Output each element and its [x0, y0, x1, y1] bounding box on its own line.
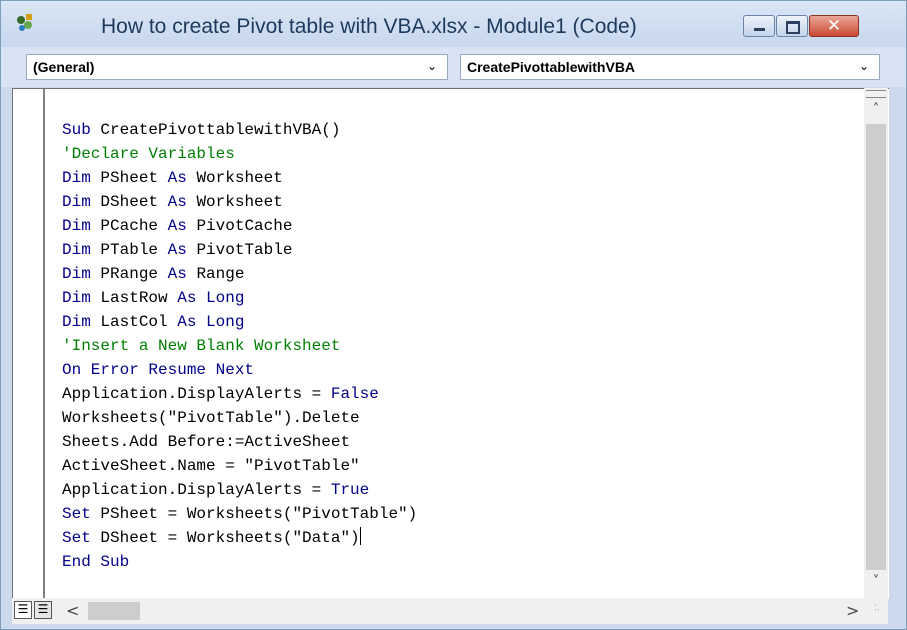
code-keyword: As [167, 169, 197, 187]
code-keyword: Set [62, 505, 101, 523]
code-text[interactable]: Sub CreatePivottablewithVBA() 'Declare Va… [62, 118, 417, 574]
scroll-down-icon[interactable]: ˅ [864, 574, 888, 594]
window-title: How to create Pivot table with VBA.xlsx … [101, 15, 637, 38]
code-keyword: As [167, 217, 197, 235]
code-line[interactable]: 'Declare Variables [62, 142, 417, 166]
code-line[interactable]: Dim DSheet As Worksheet [62, 190, 417, 214]
code-keyword: Sub [62, 121, 101, 139]
close-button[interactable]: ✕ [809, 15, 859, 37]
code-text-token: Worksheet [196, 169, 283, 187]
vertical-scroll-thumb[interactable] [866, 124, 886, 570]
resize-grip-icon[interactable]: ⋅ ⋅⋅ [874, 602, 886, 618]
code-line[interactable]: Application.DisplayAlerts = True [62, 478, 417, 502]
code-line[interactable]: Dim PRange As Range [62, 262, 417, 286]
code-line[interactable]: Sheets.Add Before:=ActiveSheet [62, 430, 417, 454]
chevron-down-icon[interactable]: ⌄ [427, 59, 441, 75]
maximize-icon [786, 21, 800, 34]
code-line[interactable]: 'Insert a New Blank Worksheet [62, 334, 417, 358]
code-text-token: PSheet [100, 169, 168, 187]
minimize-button[interactable] [743, 15, 775, 37]
code-keyword: Dim [62, 169, 101, 187]
code-keyword: As Long [177, 313, 245, 331]
code-text-token: CreatePivottablewithVBA() [100, 121, 341, 139]
code-text-token: LastCol [100, 313, 178, 331]
code-text-token: Application.DisplayAlerts = [62, 385, 331, 403]
code-keyword: As Long [177, 289, 245, 307]
code-keyword: As [167, 265, 197, 283]
code-text-token: PTable [100, 241, 168, 259]
code-text-token: LastRow [100, 289, 178, 307]
code-keyword: Dim [62, 217, 101, 235]
code-text-token: ActiveSheet.Name = "PivotTable" [62, 457, 360, 475]
code-comment: 'Insert a New Blank Worksheet [62, 337, 341, 355]
code-keyword: False [330, 385, 379, 403]
object-dropdown[interactable]: (General) ⌄ [26, 54, 448, 80]
code-line[interactable]: Sub CreatePivottablewithVBA() [62, 118, 417, 142]
code-line[interactable]: Dim PTable As PivotTable [62, 238, 417, 262]
code-keyword: Dim [62, 289, 101, 307]
text-cursor [359, 527, 361, 545]
scroll-left-icon[interactable]: < [66, 601, 79, 620]
procedure-view-button[interactable]: ☰ [14, 601, 32, 619]
code-text-token: Application.DisplayAlerts = [62, 481, 331, 499]
close-icon: ✕ [826, 16, 842, 36]
code-text-token: PivotTable [196, 241, 293, 259]
code-keyword: End Sub [62, 553, 130, 571]
code-line[interactable]: End Sub [62, 550, 417, 574]
code-text-token: DSheet [100, 193, 168, 211]
code-keyword: Dim [62, 193, 101, 211]
code-text-token: DSheet = Worksheets("Data") [100, 529, 360, 547]
code-text-token: PCache [100, 217, 168, 235]
code-keyword: As [167, 193, 197, 211]
code-text-token: Worksheet [196, 193, 283, 211]
code-line[interactable]: Worksheets("PivotTable").Delete [62, 406, 417, 430]
code-keyword: True [330, 481, 370, 499]
code-line[interactable]: Dim PSheet As Worksheet [62, 166, 417, 190]
minimize-icon [754, 28, 765, 31]
margin-indicator-bar[interactable] [13, 89, 45, 599]
vertical-scrollbar[interactable]: ˄ ˅ [864, 88, 888, 598]
bottom-bar: ☰ ☰ < > ⋅ ⋅⋅ [12, 598, 888, 624]
combo-bar: (General) ⌄ CreatePivottablewithVBA ⌄ [1, 47, 906, 87]
code-line[interactable]: Set PSheet = Worksheets("PivotTable") [62, 502, 417, 526]
object-dropdown-value: (General) [33, 59, 95, 75]
code-text-token: Sheets.Add Before:=ActiveSheet [62, 433, 351, 451]
horizontal-scroll-thumb[interactable] [88, 602, 140, 620]
scroll-up-icon[interactable]: ˄ [864, 102, 888, 122]
code-text-token: Worksheets("PivotTable").Delete [62, 409, 360, 427]
scroll-right-icon[interactable]: > [846, 601, 859, 620]
code-text-token: Range [196, 265, 245, 283]
code-editor[interactable]: Sub CreatePivottablewithVBA() 'Declare Va… [12, 88, 889, 599]
code-keyword: On Error Resume Next [62, 361, 255, 379]
code-line[interactable]: Application.DisplayAlerts = False [62, 382, 417, 406]
code-line[interactable]: Set DSheet = Worksheets("Data") [62, 526, 417, 550]
code-text-token: PivotCache [196, 217, 293, 235]
code-line[interactable]: Dim PCache As PivotCache [62, 214, 417, 238]
split-bar[interactable] [866, 90, 886, 98]
code-comment: 'Declare Variables [62, 145, 235, 163]
code-text-token: PRange [100, 265, 168, 283]
code-line[interactable]: On Error Resume Next [62, 358, 417, 382]
maximize-button[interactable] [776, 15, 808, 37]
code-line[interactable]: ActiveSheet.Name = "PivotTable" [62, 454, 417, 478]
vba-code-window-icon [17, 14, 32, 31]
procedure-dropdown[interactable]: CreatePivottablewithVBA ⌄ [460, 54, 880, 80]
code-keyword: Dim [62, 265, 101, 283]
code-keyword: Dim [62, 313, 101, 331]
full-module-view-button[interactable]: ☰ [34, 601, 52, 619]
code-keyword: As [167, 241, 197, 259]
chevron-down-icon[interactable]: ⌄ [859, 59, 873, 75]
code-keyword: Dim [62, 241, 101, 259]
code-line[interactable]: Dim LastCol As Long [62, 310, 417, 334]
code-keyword: Set [62, 529, 101, 547]
title-bar[interactable]: How to create Pivot table with VBA.xlsx … [1, 1, 906, 47]
code-text-token: PSheet = Worksheets("PivotTable") [100, 505, 418, 523]
code-line[interactable]: Dim LastRow As Long [62, 286, 417, 310]
procedure-dropdown-value: CreatePivottablewithVBA [467, 59, 636, 75]
